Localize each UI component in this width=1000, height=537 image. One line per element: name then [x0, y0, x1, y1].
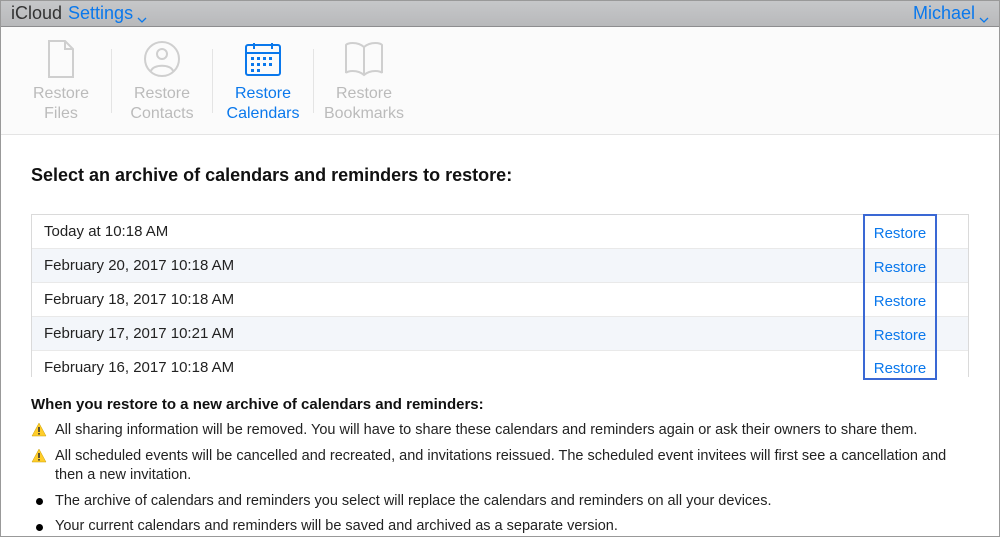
file-icon: [11, 38, 111, 80]
user-dropdown[interactable]: Michael: [913, 3, 989, 24]
toolbar-restore-contacts[interactable]: Restore Contacts: [112, 30, 212, 130]
chevron-down-icon: [137, 9, 147, 19]
user-name-label: Michael: [913, 3, 975, 24]
titlebar: iCloud Settings Michael: [1, 1, 999, 27]
restore-button[interactable]: Restore: [865, 284, 935, 318]
settings-dropdown[interactable]: Settings: [68, 3, 147, 24]
archive-row[interactable]: February 17, 2017 10:21 AM: [32, 317, 968, 351]
toolbar-item-label: Contacts: [112, 104, 212, 123]
calendar-icon: [213, 38, 313, 80]
info-heading: When you restore to a new archive of cal…: [31, 396, 969, 413]
toolbar-restore-files[interactable]: Restore Files: [11, 30, 111, 130]
info-item: All scheduled events will be cancelled a…: [31, 447, 969, 486]
restore-button[interactable]: Restore: [865, 216, 935, 250]
restore-button[interactable]: Restore: [865, 318, 935, 352]
toolbar-item-label: Restore: [213, 84, 313, 103]
toolbar-item-label: Calendars: [213, 104, 313, 123]
info-text: The archive of calendars and reminders y…: [55, 492, 772, 512]
warning-icon: [31, 422, 47, 438]
restore-button[interactable]: Restore: [865, 352, 935, 378]
toolbar-item-label: Bookmarks: [314, 104, 414, 123]
info-text: All scheduled events will be cancelled a…: [55, 447, 969, 486]
content-area: Select an archive of calendars and remin…: [1, 135, 999, 537]
info-item: Your current calendars and reminders wil…: [31, 517, 969, 537]
toolbar-item-label: Restore: [314, 84, 414, 103]
archive-row[interactable]: Today at 10:18 AM: [32, 215, 968, 249]
info-item: All sharing information will be removed.…: [31, 421, 969, 441]
archive-timestamp: February 16, 2017 10:18 AM: [44, 359, 956, 376]
toolbar-item-label: Restore: [112, 84, 212, 103]
archive-row[interactable]: February 20, 2017 10:18 AM: [32, 249, 968, 283]
info-text: Your current calendars and reminders wil…: [55, 517, 618, 537]
restore-column-highlight: Restore Restore Restore Restore Restore: [863, 214, 937, 380]
settings-label: Settings: [68, 3, 133, 24]
chevron-down-icon: [979, 9, 989, 19]
bullet-icon: [31, 519, 47, 535]
brand-label: iCloud: [11, 3, 62, 24]
window-frame: iCloud Settings Michael Restore Files: [0, 0, 1000, 537]
archive-timestamp: February 20, 2017 10:18 AM: [44, 257, 956, 274]
book-icon: [314, 38, 414, 80]
person-circle-icon: [112, 38, 212, 80]
info-item: The archive of calendars and reminders y…: [31, 492, 969, 512]
archive-row[interactable]: February 18, 2017 10:18 AM: [32, 283, 968, 317]
page-heading: Select an archive of calendars and remin…: [31, 165, 969, 186]
archive-list-container: Today at 10:18 AM February 20, 2017 10:1…: [31, 214, 969, 380]
archive-timestamp: February 18, 2017 10:18 AM: [44, 291, 956, 308]
archive-timestamp: Today at 10:18 AM: [44, 223, 956, 240]
bullet-icon: [31, 494, 47, 510]
restore-button[interactable]: Restore: [865, 250, 935, 284]
archive-table: Today at 10:18 AM February 20, 2017 10:1…: [31, 214, 969, 377]
warning-icon: [31, 448, 47, 464]
toolbar-restore-bookmarks[interactable]: Restore Bookmarks: [314, 30, 414, 130]
info-list: All sharing information will be removed.…: [31, 421, 969, 537]
toolbar-restore-calendars[interactable]: Restore Calendars: [213, 30, 313, 130]
toolbar: Restore Files Restore Contacts: [1, 27, 999, 135]
info-text: All sharing information will be removed.…: [55, 421, 917, 441]
archive-timestamp: February 17, 2017 10:21 AM: [44, 325, 956, 342]
toolbar-item-label: Files: [11, 104, 111, 123]
archive-row[interactable]: February 16, 2017 10:18 AM: [32, 351, 968, 377]
toolbar-item-label: Restore: [11, 84, 111, 103]
